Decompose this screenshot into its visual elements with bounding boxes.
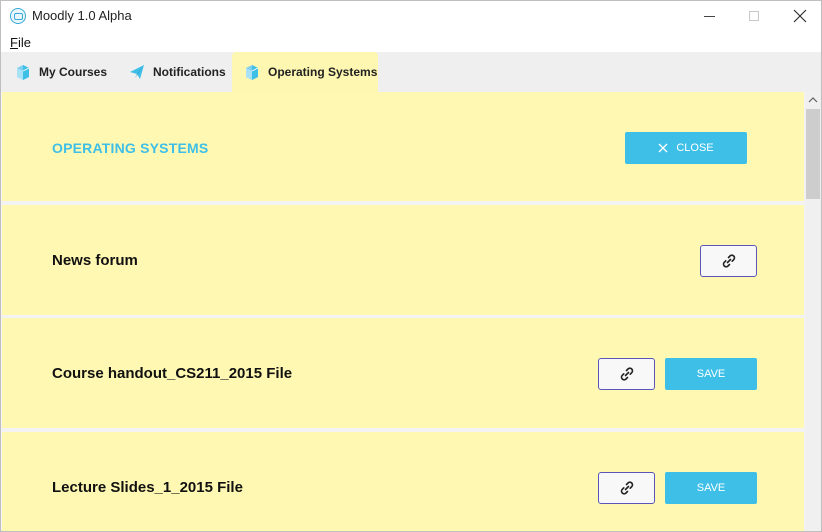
maximize-icon xyxy=(749,11,759,21)
link-icon xyxy=(620,367,633,381)
item-label: Course handout_CS211_2015 File xyxy=(52,365,293,382)
tab-operating-systems[interactable]: Operating Systems xyxy=(232,52,378,92)
item-label: Lecture Slides_1_2015 File xyxy=(52,479,243,496)
tab-bar: My Courses Notifications Operating Syste… xyxy=(1,52,821,92)
vertical-scrollbar[interactable] xyxy=(805,92,821,531)
book-icon xyxy=(17,65,30,80)
tab-notifications[interactable]: Notifications xyxy=(129,52,226,92)
open-link-button[interactable] xyxy=(598,358,655,390)
course-header-card: OPERATING SYSTEMS CLOSE xyxy=(2,92,804,201)
maximize-button[interactable] xyxy=(732,1,778,32)
menu-file[interactable]: File xyxy=(10,35,31,50)
list-item: Course handout_CS211_2015 File SAVE xyxy=(2,318,804,428)
open-link-button[interactable] xyxy=(700,245,757,277)
window-title: Moodly 1.0 Alpha xyxy=(32,8,132,23)
close-course-label: CLOSE xyxy=(676,142,714,154)
close-window-button[interactable] xyxy=(777,1,821,32)
open-link-button[interactable] xyxy=(598,472,655,504)
tab-notifications-label: Notifications xyxy=(153,65,226,79)
minimize-icon xyxy=(704,16,715,17)
list-item: News forum xyxy=(2,205,804,315)
item-label: News forum xyxy=(52,252,138,269)
course-content: OPERATING SYSTEMS CLOSE News forum Cours… xyxy=(1,92,805,531)
scroll-thumb[interactable] xyxy=(806,109,820,199)
list-item: Lecture Slides_1_2015 File SAVE xyxy=(2,432,804,531)
tab-my-courses-label: My Courses xyxy=(39,65,108,79)
close-icon xyxy=(793,9,807,23)
close-course-button[interactable]: CLOSE xyxy=(625,132,747,164)
save-button[interactable]: SAVE xyxy=(665,358,757,390)
tab-my-courses[interactable]: My Courses xyxy=(15,52,107,92)
tab-operating-systems-label: Operating Systems xyxy=(268,65,378,79)
menu-bar: File xyxy=(1,32,821,52)
close-icon xyxy=(658,143,668,153)
moodly-logo-icon xyxy=(10,8,26,24)
menu-file-mnemonic: F xyxy=(10,35,18,50)
menu-file-label: ile xyxy=(17,35,31,50)
scroll-up-arrow-icon[interactable] xyxy=(805,92,821,109)
app-window: Moodly 1.0 Alpha File My Courses Notific… xyxy=(0,0,822,532)
link-icon xyxy=(722,254,735,268)
book-icon xyxy=(246,65,259,80)
minimize-button[interactable] xyxy=(687,1,733,32)
course-title: OPERATING SYSTEMS xyxy=(52,140,209,156)
paper-plane-icon xyxy=(130,65,144,79)
title-bar: Moodly 1.0 Alpha xyxy=(1,1,821,32)
link-icon xyxy=(620,481,633,495)
save-button[interactable]: SAVE xyxy=(665,472,757,504)
